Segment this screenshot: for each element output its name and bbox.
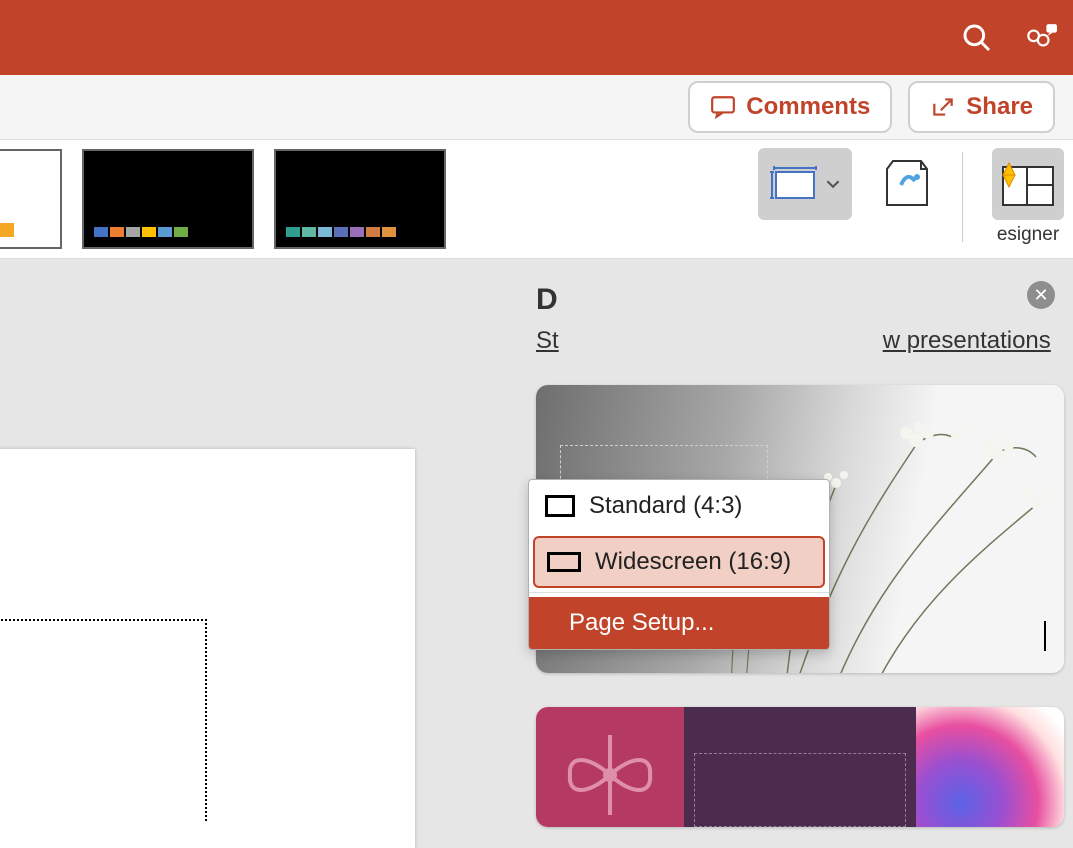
comments-label: Comments — [746, 93, 870, 121]
menu-item-label: Standard (4:3) — [589, 492, 742, 520]
menu-item-label: Widescreen (16:9) — [595, 548, 791, 576]
aspect-16-9-icon — [547, 552, 581, 572]
design-suggestion[interactable] — [536, 707, 1064, 827]
text-cursor — [1044, 621, 1046, 651]
designer-label: esigner — [997, 224, 1059, 246]
search-icon[interactable] — [961, 22, 993, 54]
title-placeholder — [694, 753, 906, 827]
slide-editor[interactable] — [0, 449, 415, 848]
themes-strip: esigner — [0, 140, 1073, 259]
theme-thumb[interactable] — [82, 149, 254, 249]
menu-item-label: Page Setup... — [569, 609, 714, 637]
menu-item-widescreen[interactable]: Widescreen (16:9) — [533, 536, 825, 588]
share-label: Share — [966, 93, 1033, 121]
theme-thumb[interactable] — [0, 149, 62, 249]
aspect-4-3-icon — [545, 495, 575, 517]
coauthor-icon[interactable] — [1023, 22, 1055, 54]
slide-size-button[interactable] — [758, 148, 852, 220]
comments-button[interactable]: Comments — [688, 81, 892, 133]
designer-button[interactable]: esigner — [983, 148, 1073, 246]
chevron-down-icon — [826, 177, 840, 191]
pane-link[interactable]: Stxxxxxxxxxxxxxxxxxxxxxxxxxxxw presentat… — [536, 327, 1051, 355]
command-bar: Comments Share — [0, 75, 1073, 140]
pane-title: D — [536, 283, 1055, 317]
menu-item-standard[interactable]: Standard (4:3) — [529, 480, 829, 532]
content-placeholder[interactable] — [0, 619, 207, 821]
share-button[interactable]: Share — [908, 81, 1055, 133]
menu-item-page-setup[interactable]: Page Setup... — [529, 597, 829, 649]
close-icon[interactable]: ✕ — [1027, 281, 1055, 309]
title-bar — [0, 0, 1073, 75]
format-background-button[interactable] — [872, 148, 942, 218]
canvas-area: ✕ D Stxxxxxxxxxxxxxxxxxxxxxxxxxxxw prese… — [0, 259, 1073, 848]
slide-size-menu: Standard (4:3) Widescreen (16:9) Page Se… — [528, 479, 830, 650]
theme-thumb[interactable] — [274, 149, 446, 249]
